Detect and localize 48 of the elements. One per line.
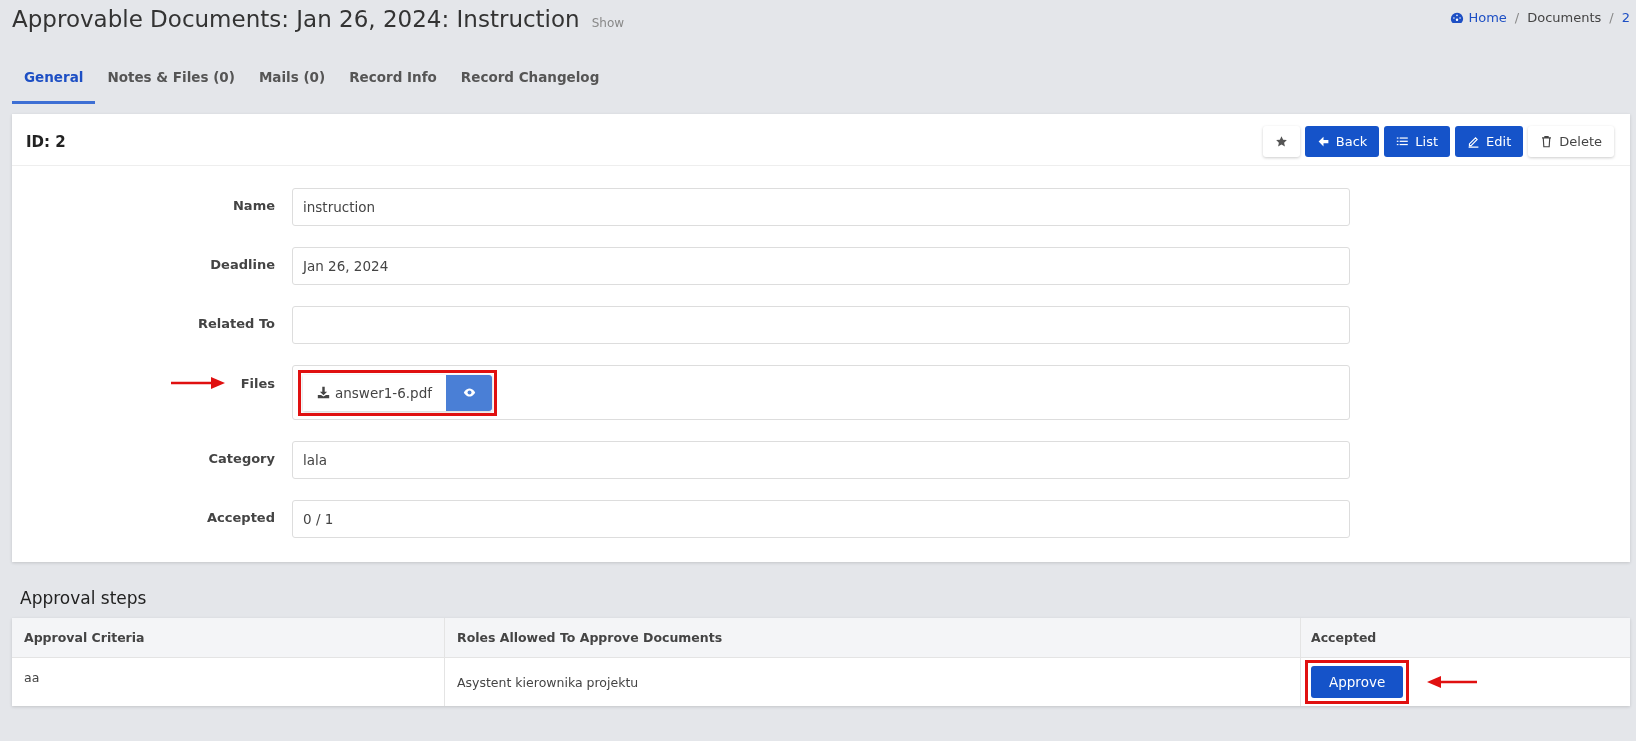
back-button[interactable]: Back bbox=[1304, 126, 1380, 157]
input-field[interactable]: 0 / 1 bbox=[292, 500, 1350, 538]
star-icon bbox=[1274, 135, 1288, 148]
breadcrumb-link[interactable]: Documents bbox=[1527, 10, 1602, 25]
annotation-arrow bbox=[170, 375, 227, 391]
column-header: Accepted bbox=[1310, 629, 1378, 647]
input-field[interactable]: instruction bbox=[292, 188, 1350, 226]
tab[interactable]: Mails (0) bbox=[246, 58, 338, 104]
field-label: Deadline bbox=[210, 257, 275, 272]
pencil-icon bbox=[1467, 135, 1481, 148]
dashboard-icon bbox=[1450, 10, 1465, 25]
download-icon bbox=[317, 386, 330, 399]
list-button[interactable]: List bbox=[1384, 126, 1451, 157]
table-cell: aa bbox=[12, 658, 445, 706]
field-label: Files bbox=[240, 375, 275, 391]
column-header: Approval Criteria bbox=[12, 618, 445, 657]
field-label: Category bbox=[208, 451, 275, 466]
field-label: Name bbox=[233, 198, 275, 213]
list-icon bbox=[1396, 135, 1410, 148]
input-field[interactable]: Jan 26, 2024 bbox=[292, 247, 1350, 285]
favorite-button[interactable] bbox=[1262, 126, 1300, 157]
page-subtitle: Show bbox=[591, 16, 625, 30]
trash-icon bbox=[1540, 135, 1554, 148]
page-title: Approvable Documents: Jan 26, 2024: Instruction bbox=[12, 6, 580, 32]
section-title: Approval steps bbox=[20, 588, 148, 608]
input-field[interactable]: lala bbox=[292, 441, 1350, 479]
approve-button[interactable]: Approve bbox=[1311, 666, 1404, 698]
table-cell: Asystent kierownika projektu bbox=[445, 658, 1301, 706]
edit-button[interactable]: Edit bbox=[1455, 126, 1524, 157]
file-download-button[interactable]: answer1-6.pdf bbox=[303, 374, 446, 411]
breadcrumb-separator: / bbox=[1609, 10, 1614, 25]
arrow-left-icon bbox=[1316, 135, 1330, 148]
column-header: Roles Allowed To Approve Documents bbox=[445, 618, 1301, 657]
field-label: Accepted bbox=[207, 510, 275, 525]
tab[interactable]: Record Changelog bbox=[448, 58, 612, 104]
tab[interactable]: General bbox=[12, 58, 96, 104]
delete-button[interactable]: Delete bbox=[1528, 126, 1614, 157]
card-title: ID: 2 bbox=[26, 132, 66, 151]
annotation-arrow bbox=[1427, 674, 1478, 690]
breadcrumb-link[interactable]: Home bbox=[1468, 10, 1507, 25]
preview-button[interactable] bbox=[446, 374, 492, 411]
tab[interactable]: Notes & Files (0) bbox=[95, 58, 247, 104]
field-label: Related To bbox=[198, 316, 275, 331]
eye-icon bbox=[462, 386, 476, 399]
input-field[interactable] bbox=[292, 306, 1350, 344]
tab[interactable]: Record Info bbox=[337, 58, 449, 104]
breadcrumb-separator: / bbox=[1514, 10, 1520, 25]
breadcrumb-link[interactable]: 2 bbox=[1621, 10, 1630, 25]
